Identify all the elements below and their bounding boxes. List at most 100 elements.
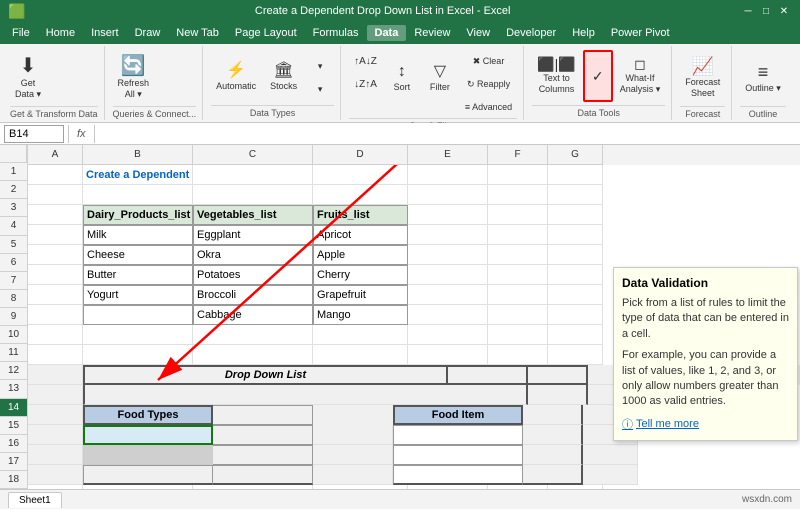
menu-view[interactable]: View xyxy=(458,25,498,41)
cell-f16[interactable] xyxy=(523,465,583,485)
cell-b9[interactable] xyxy=(83,325,193,345)
cell-b1[interactable]: Create a Dependent Drop Down List in Exc… xyxy=(83,165,193,185)
cell-d5[interactable]: Apple xyxy=(313,245,408,265)
cell-a3[interactable] xyxy=(28,205,83,225)
cell-a17[interactable] xyxy=(28,485,83,489)
cell-c9[interactable] xyxy=(193,325,313,345)
cell-b2[interactable] xyxy=(83,185,193,205)
what-if-button[interactable]: ◻ What-IfAnalysis ▾ xyxy=(615,50,666,102)
cell-e9[interactable] xyxy=(408,325,488,345)
menu-powerpivot[interactable]: Power Pivot xyxy=(603,25,678,41)
cell-g5[interactable] xyxy=(548,245,603,265)
close-button[interactable]: ✕ xyxy=(776,3,792,19)
col-header-d[interactable]: D xyxy=(313,145,408,165)
cell-c5[interactable]: Okra xyxy=(193,245,313,265)
cell-a4[interactable] xyxy=(28,225,83,245)
cell-c14[interactable] xyxy=(213,425,313,445)
cell-c2[interactable] xyxy=(193,185,313,205)
cell-f5[interactable] xyxy=(488,245,548,265)
cell-e15[interactable] xyxy=(393,445,523,465)
menu-formulas[interactable]: Formulas xyxy=(305,25,367,41)
menu-file[interactable]: File xyxy=(4,25,38,41)
row-header-10[interactable]: 10 xyxy=(0,326,27,344)
col-header-g[interactable]: G xyxy=(548,145,603,165)
cell-g6[interactable] xyxy=(548,265,603,285)
cell-d17[interactable] xyxy=(313,485,408,489)
cell-b17[interactable] xyxy=(83,485,193,489)
cell-c6[interactable]: Potatoes xyxy=(193,265,313,285)
row-header-2[interactable]: 2 xyxy=(0,181,27,199)
cell-b10[interactable] xyxy=(83,345,193,365)
cell-b15[interactable] xyxy=(83,445,213,465)
menu-help[interactable]: Help xyxy=(564,25,603,41)
cell-b7[interactable]: Yogurt xyxy=(83,285,193,305)
cell-f3[interactable] xyxy=(488,205,548,225)
cell-a16[interactable] xyxy=(28,465,83,485)
menu-insert[interactable]: Insert xyxy=(83,25,127,41)
refresh-all-button[interactable]: 🔄 RefreshAll ▾ xyxy=(113,50,155,106)
data-validation-button[interactable]: ✓ xyxy=(583,50,613,102)
cell-e6[interactable] xyxy=(408,265,488,285)
cell-f15[interactable] xyxy=(523,445,583,465)
menu-home[interactable]: Home xyxy=(38,25,83,41)
cell-e11[interactable] xyxy=(448,365,528,385)
clear-button[interactable]: ✖ Clear xyxy=(460,50,517,72)
cell-a6[interactable] xyxy=(28,265,83,285)
row-header-1[interactable]: 1 xyxy=(0,163,27,181)
cell-e12[interactable] xyxy=(448,385,528,405)
cell-d16-spacer[interactable] xyxy=(313,465,393,485)
cell-c10[interactable] xyxy=(193,345,313,365)
cell-g8[interactable] xyxy=(548,305,603,325)
row-header-3[interactable]: 3 xyxy=(0,199,27,217)
cell-e2[interactable] xyxy=(408,185,488,205)
outline-button[interactable]: ≡ Outline ▾ xyxy=(740,50,786,106)
cell-c3[interactable]: Vegetables_list xyxy=(193,205,313,225)
cell-f10[interactable] xyxy=(488,345,548,365)
cell-g10[interactable] xyxy=(548,345,603,365)
row-header-12[interactable]: 12 xyxy=(0,362,27,380)
formula-input[interactable] xyxy=(99,125,796,143)
cell-g9[interactable] xyxy=(548,325,603,345)
cell-g7[interactable] xyxy=(548,285,603,305)
cell-c13[interactable] xyxy=(213,405,313,425)
cell-a11[interactable] xyxy=(28,365,83,385)
cell-e8[interactable] xyxy=(408,305,488,325)
cell-d4[interactable]: Apricot xyxy=(313,225,408,245)
cell-c16[interactable] xyxy=(213,465,313,485)
cell-f1[interactable] xyxy=(488,165,548,185)
cell-a7[interactable] xyxy=(28,285,83,305)
cell-g15[interactable] xyxy=(583,445,638,465)
cell-a8[interactable] xyxy=(28,305,83,325)
cell-g16[interactable] xyxy=(583,465,638,485)
cell-c7[interactable]: Broccoli xyxy=(193,285,313,305)
cell-f6[interactable] xyxy=(488,265,548,285)
cell-b11[interactable]: Drop Down List xyxy=(83,365,448,385)
cell-e4[interactable] xyxy=(408,225,488,245)
cell-c15[interactable] xyxy=(213,445,313,465)
row-header-7[interactable]: 7 xyxy=(0,272,27,290)
cell-d6[interactable]: Cherry xyxy=(313,265,408,285)
cell-e17[interactable] xyxy=(408,485,488,489)
filter-button[interactable]: ▽ Filter xyxy=(422,50,458,106)
row-header-6[interactable]: 6 xyxy=(0,254,27,272)
cell-c8[interactable]: Cabbage xyxy=(193,305,313,325)
cell-e14[interactable] xyxy=(393,425,523,445)
sort-button[interactable]: ↕ Sort xyxy=(384,50,420,106)
menu-draw[interactable]: Draw xyxy=(127,25,169,41)
data-type-dropdown-1[interactable]: ▾ xyxy=(306,55,334,77)
menu-data[interactable]: Data xyxy=(367,25,407,41)
stocks-button[interactable]: 🏛 Stocks xyxy=(265,52,302,104)
row-header-14[interactable]: 14 xyxy=(0,399,27,417)
data-type-dropdown-2[interactable]: ▾ xyxy=(306,78,334,100)
advanced-button[interactable]: ≡ Advanced xyxy=(460,96,517,118)
col-header-f[interactable]: F xyxy=(488,145,548,165)
cell-a5[interactable] xyxy=(28,245,83,265)
col-header-a[interactable]: A xyxy=(28,145,83,165)
cell-a9[interactable] xyxy=(28,325,83,345)
col-header-c[interactable]: C xyxy=(193,145,313,165)
cell-b8[interactable] xyxy=(83,305,193,325)
cell-a15[interactable] xyxy=(28,445,83,465)
cell-d7[interactable]: Grapefruit xyxy=(313,285,408,305)
cell-d8[interactable]: Mango xyxy=(313,305,408,325)
cell-f2[interactable] xyxy=(488,185,548,205)
